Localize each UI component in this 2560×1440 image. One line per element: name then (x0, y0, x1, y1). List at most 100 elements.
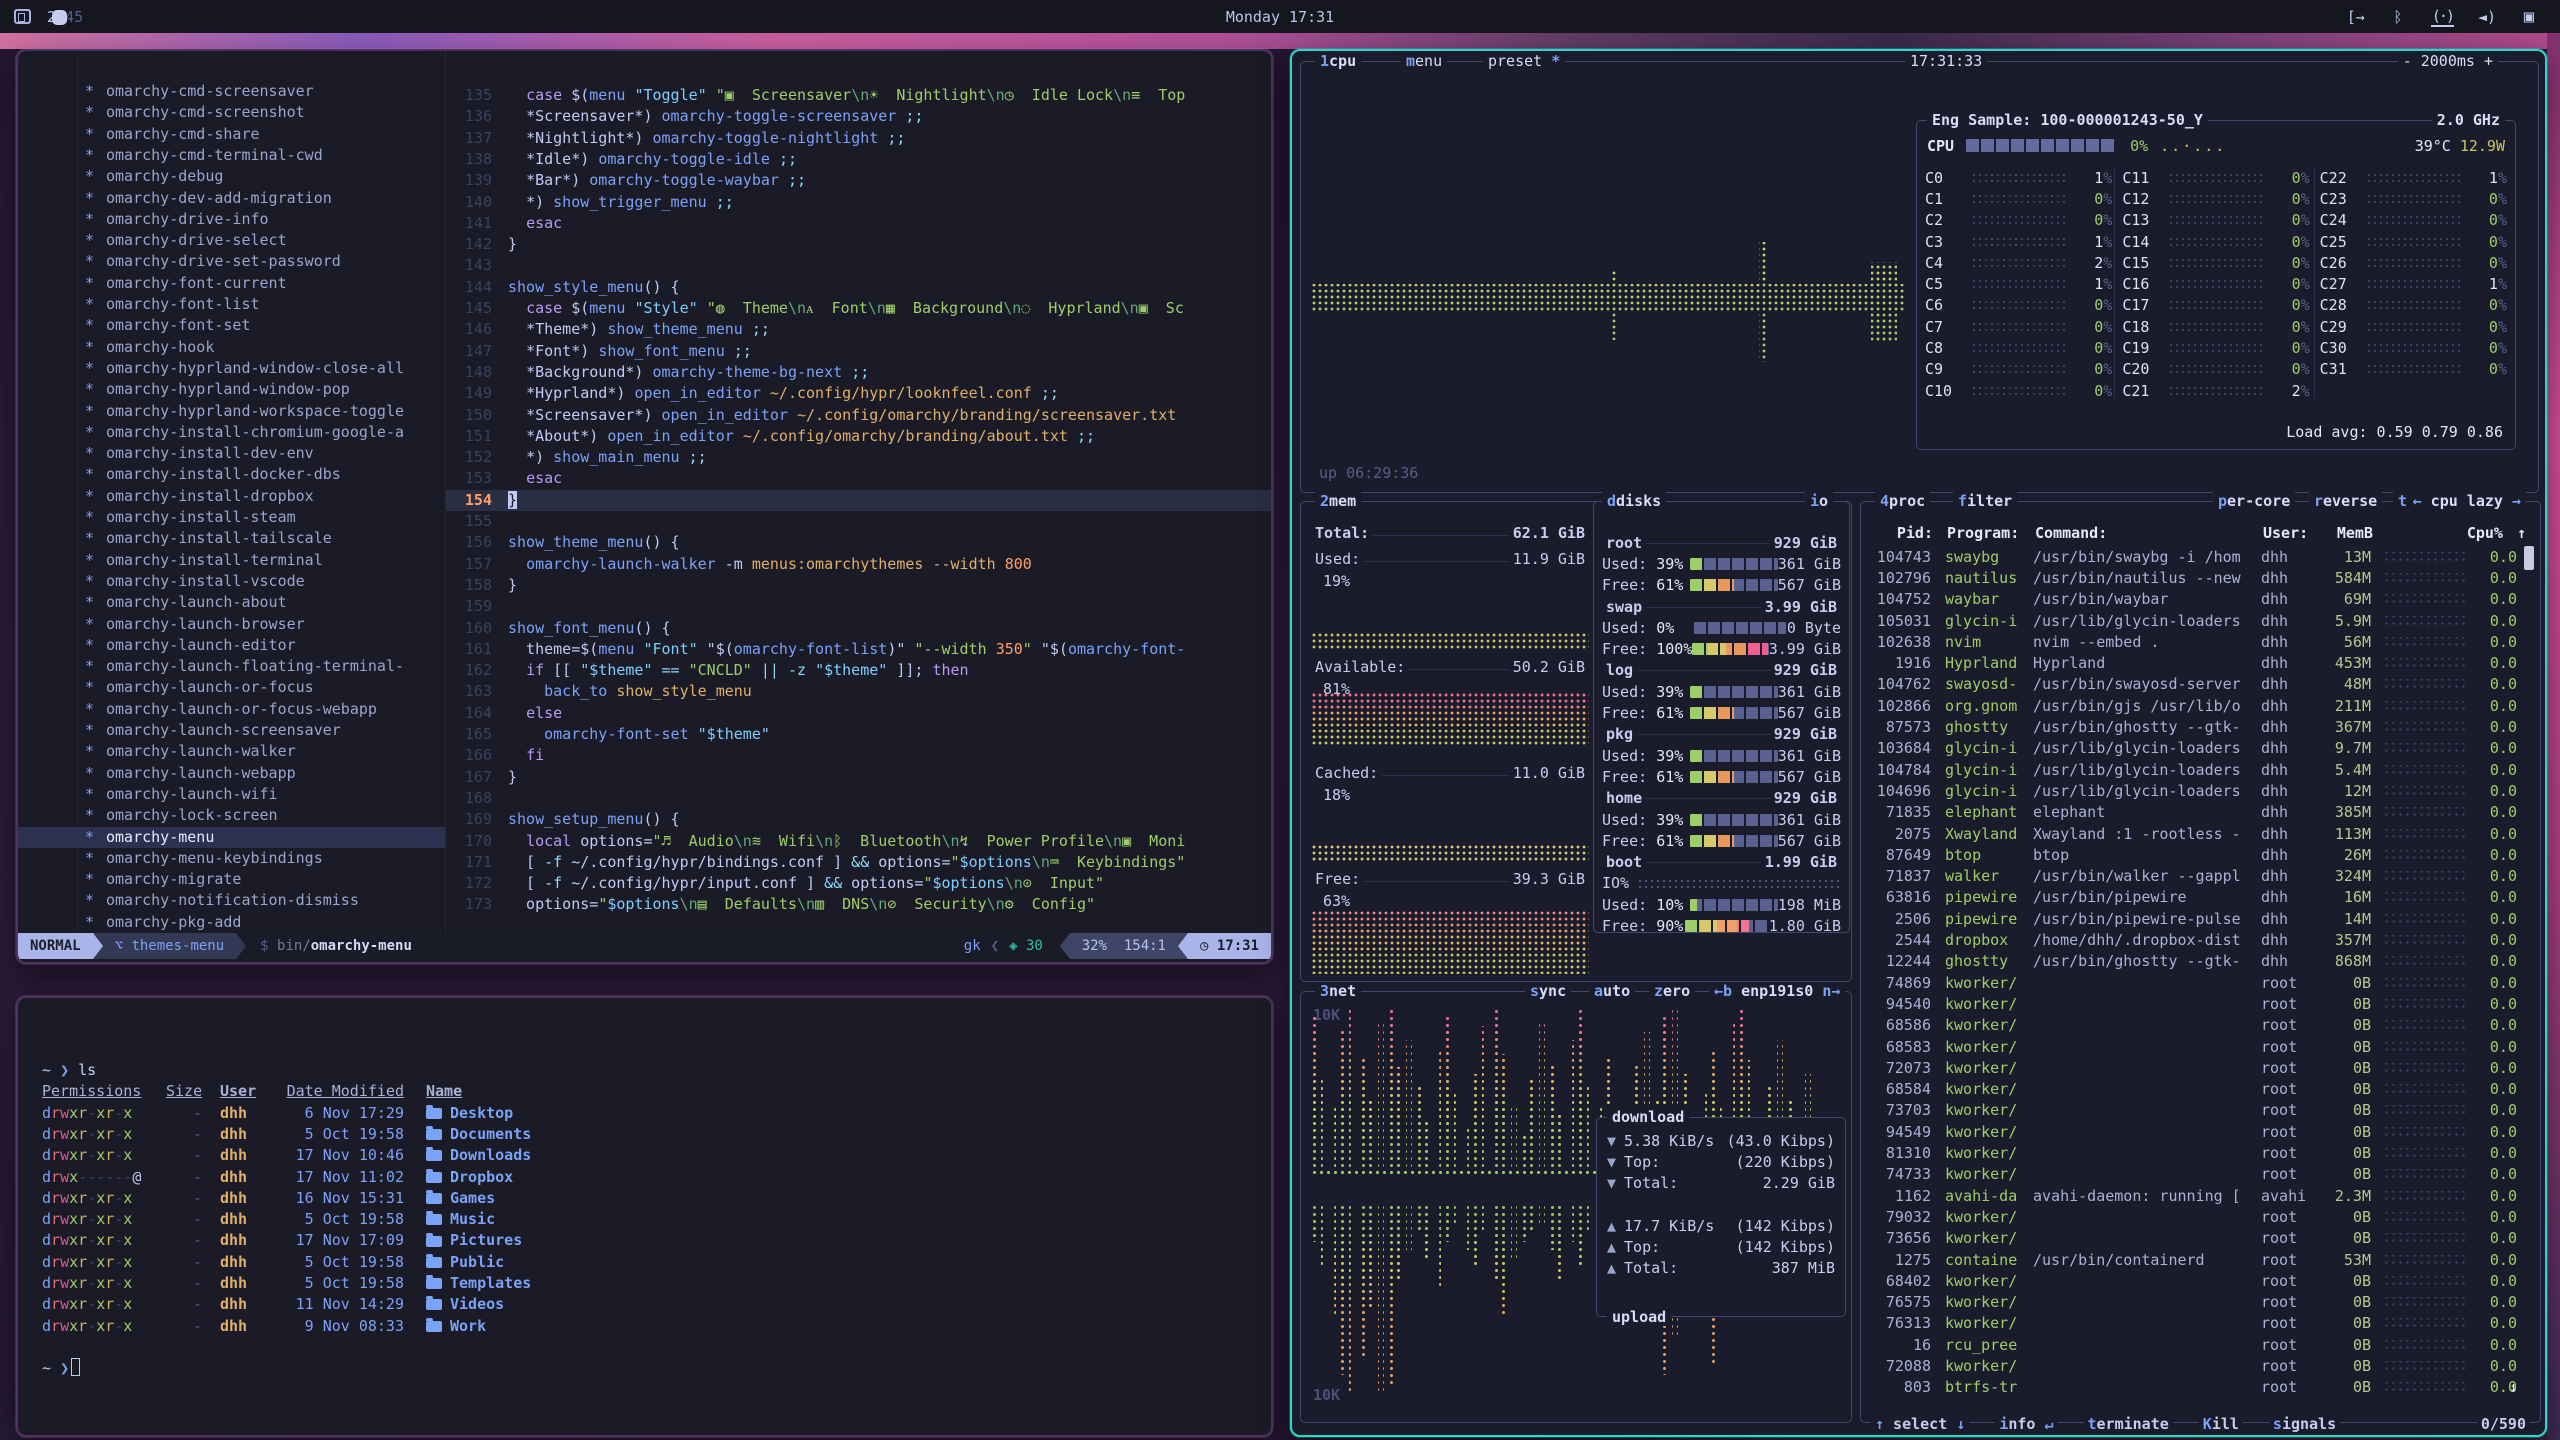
file-item[interactable]: *omarchy-install-steam (18, 507, 445, 528)
process-row[interactable]: 102638nvimnvim --embed .dhh56M0.0 (1867, 631, 2518, 652)
menu-button[interactable]: menu (1401, 52, 1447, 70)
file-item[interactable]: *omarchy-pkg-add (18, 912, 445, 933)
process-row[interactable]: 104784glycin-i/usr/lib/glycin-loadersdhh… (1867, 759, 2518, 780)
mem-tab[interactable]: 2mem (1315, 492, 1361, 510)
file-item[interactable]: *omarchy-migrate (18, 869, 445, 890)
process-row[interactable]: 102796nautilus/usr/bin/nautilus --newdhh… (1867, 567, 2518, 588)
file-item[interactable]: *omarchy-launch-about (18, 592, 445, 613)
file-item[interactable]: *omarchy-install-vscode (18, 571, 445, 592)
process-row[interactable]: 94549kworker/root0B0.0 (1867, 1121, 2518, 1142)
process-row[interactable]: 72088kworker/root0B0.0 (1867, 1355, 2518, 1376)
file-item[interactable]: *omarchy-cmd-share (18, 124, 445, 145)
process-row[interactable]: 102866org.gnom/usr/bin/gjs /usr/lib/odhh… (1867, 695, 2518, 716)
process-row[interactable]: 71835elephantelephantdhh385M0.0 (1867, 802, 2518, 823)
signals-button[interactable]: signals (2269, 1415, 2340, 1433)
iface-switcher[interactable]: ←b enp191s0 n→ (1709, 982, 1845, 1000)
file-item[interactable]: *omarchy-hyprland-window-pop (18, 379, 445, 400)
file-item[interactable]: *omarchy-install-dev-env (18, 443, 445, 464)
file-item[interactable]: *omarchy-launch-walker (18, 741, 445, 762)
sync-button[interactable]: sync (1525, 982, 1571, 1000)
process-row[interactable]: 104696glycin-i/usr/lib/glycin-loadersdhh… (1867, 780, 2518, 801)
file-item[interactable]: *omarchy-cmd-screensaver (18, 81, 445, 102)
process-row[interactable]: 68584kworker/root0B0.0 (1867, 1079, 2518, 1100)
file-item[interactable]: *omarchy-cmd-terminal-cwd (18, 145, 445, 166)
process-row[interactable]: 68402kworker/root0B0.0 (1867, 1270, 2518, 1291)
file-item[interactable]: *omarchy-debug (18, 166, 445, 187)
process-row[interactable]: 104752waybar/usr/bin/waybardhh69M0.0 (1867, 589, 2518, 610)
file-item[interactable]: *omarchy-cmd-screenshot (18, 102, 445, 123)
process-row[interactable]: 72073kworker/root0B0.0 (1867, 1057, 2518, 1078)
proc-tab[interactable]: 4proc (1875, 492, 1930, 510)
kill-button[interactable]: Kill (2199, 1415, 2243, 1433)
process-row[interactable]: 803btrfs-trroot0B0.0 (1867, 1377, 2518, 1398)
process-row[interactable]: 94540kworker/root0B0.0 (1867, 993, 2518, 1014)
file-item[interactable]: *omarchy-install-dropbox (18, 486, 445, 507)
file-item[interactable]: *omarchy-install-chromium-google-a (18, 422, 445, 443)
file-item[interactable]: *omarchy-install-docker-dbs (18, 464, 445, 485)
process-row[interactable]: 68583kworker/root0B0.0 (1867, 1036, 2518, 1057)
file-item[interactable]: *omarchy-drive-select (18, 230, 445, 251)
process-row[interactable]: 2506pipewire/usr/bin/pipewire-pulsedhh14… (1867, 908, 2518, 929)
terminate-button[interactable]: terminate (2084, 1415, 2173, 1433)
cpu-tab[interactable]: 1cpu (1315, 52, 1361, 70)
file-item[interactable]: *omarchy-hyprland-window-close-all (18, 358, 445, 379)
process-row[interactable]: 63816pipewire/usr/bin/pipewiredhh16M0.0 (1867, 887, 2518, 908)
file-item[interactable]: *omarchy-notification-dismiss (18, 890, 445, 911)
process-row[interactable]: 74733kworker/root0B0.0 (1867, 1164, 2518, 1185)
process-row[interactable]: 12244ghostty/usr/bin/ghostty --gtk-dhh86… (1867, 951, 2518, 972)
file-item[interactable]: *omarchy-menu-keybindings (18, 848, 445, 869)
process-row[interactable]: 76313kworker/root0B0.0 (1867, 1313, 2518, 1334)
process-row[interactable]: 73703kworker/root0B0.0 (1867, 1100, 2518, 1121)
scroll-down-icon[interactable]: ↓ (2509, 1378, 2518, 1396)
file-item[interactable]: *omarchy-lock-screen (18, 805, 445, 826)
file-item[interactable]: *omarchy-launch-floating-terminal- (18, 656, 445, 677)
filter-button[interactable]: filter (1953, 492, 2017, 510)
process-row[interactable]: 76575kworker/root0B0.0 (1867, 1292, 2518, 1313)
file-item[interactable]: *omarchy-drive-info (18, 209, 445, 230)
process-row[interactable]: 105031glycin-i/usr/lib/glycin-loadersdhh… (1867, 610, 2518, 631)
file-item[interactable]: *omarchy-font-current (18, 273, 445, 294)
per-core-button[interactable]: per-core (2213, 492, 2295, 510)
process-row[interactable]: 74869kworker/root0B0.0 (1867, 972, 2518, 993)
process-row[interactable]: 104743swaybg/usr/bin/swaybg -i /homdhh13… (1867, 546, 2518, 567)
process-row[interactable]: 87573ghostty/usr/bin/ghostty --gtk-dhh36… (1867, 716, 2518, 737)
reverse-button[interactable]: reverse (2309, 492, 2382, 510)
terminal-window[interactable]: ~ ❯ lsPermissionsSizeUserDate ModifiedNa… (16, 996, 1273, 1437)
io-button[interactable]: io (1805, 492, 1833, 510)
interval-control[interactable]: - 2000ms + (2398, 52, 2498, 70)
file-item[interactable]: *omarchy-hyprland-workspace-toggle (18, 401, 445, 422)
file-item[interactable]: *omarchy-drive-set-password (18, 251, 445, 272)
process-row[interactable]: 68586kworker/root0B0.0 (1867, 1015, 2518, 1036)
net-tab[interactable]: 3net (1315, 982, 1361, 1000)
zero-button[interactable]: zero (1649, 982, 1695, 1000)
file-item[interactable]: *omarchy-hook (18, 337, 445, 358)
file-item[interactable]: *omarchy-launch-editor (18, 635, 445, 656)
process-row[interactable]: 87649btopbtopdhh26M0.0 (1867, 844, 2518, 865)
file-item[interactable]: *omarchy-launch-or-focus (18, 677, 445, 698)
file-item[interactable]: *omarchy-install-terminal (18, 550, 445, 571)
file-item[interactable]: *omarchy-font-list (18, 294, 445, 315)
file-item[interactable]: *omarchy-launch-browser (18, 614, 445, 635)
process-row[interactable]: 16rcu_preeroot0B0.0 (1867, 1334, 2518, 1355)
file-item[interactable]: *omarchy-menu (18, 827, 445, 848)
file-item[interactable]: *omarchy-launch-wifi (18, 784, 445, 805)
file-item[interactable]: *omarchy-launch-webapp (18, 763, 445, 784)
prompt-line[interactable]: ~ ❯ (42, 1358, 80, 1379)
info-button[interactable]: info ↵ (1995, 1415, 2057, 1433)
file-item[interactable]: *omarchy-launch-screensaver (18, 720, 445, 741)
process-row[interactable]: 103684glycin-i/usr/lib/glycin-loadersdhh… (1867, 738, 2518, 759)
process-row[interactable]: 73656kworker/root0B0.0 (1867, 1228, 2518, 1249)
process-row[interactable]: 81310kworker/root0B0.0 (1867, 1142, 2518, 1163)
process-row[interactable]: 104762swayosd-/usr/bin/swayosd-serverdhh… (1867, 674, 2518, 695)
select-control[interactable]: ↑ select ↓ (1871, 1415, 1969, 1433)
proc-scrollbar[interactable] (2524, 546, 2534, 570)
process-row[interactable]: 71837walker/usr/bin/walker --gappldhh324… (1867, 866, 2518, 887)
process-row[interactable]: 79032kworker/root0B0.0 (1867, 1206, 2518, 1227)
process-row[interactable]: 1916HyprlandHyprlanddhh453M0.0 (1867, 653, 2518, 674)
process-row[interactable]: 1162avahi-daavahi-daemon: running [avahi… (1867, 1185, 2518, 1206)
process-row[interactable]: 2544dropbox/home/dhh/.dropbox-distdhh357… (1867, 929, 2518, 950)
file-item[interactable]: *omarchy-dev-add-migration (18, 188, 445, 209)
file-item[interactable]: *omarchy-launch-or-focus-webapp (18, 699, 445, 720)
process-row[interactable]: 2075XwaylandXwayland :1 -rootless -dhh11… (1867, 823, 2518, 844)
process-row[interactable]: 1275containe/usr/bin/containerdroot53M0.… (1867, 1249, 2518, 1270)
